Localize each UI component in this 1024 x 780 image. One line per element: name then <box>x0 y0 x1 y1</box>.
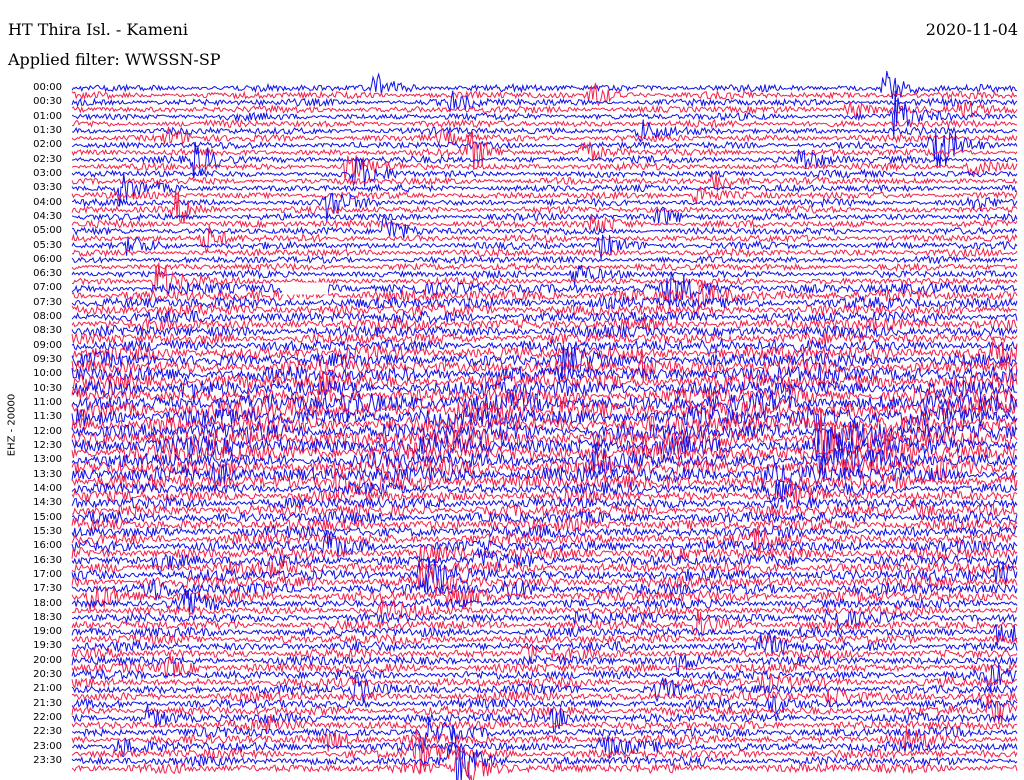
trace-line <box>71 654 1018 679</box>
trace-line <box>71 583 1018 611</box>
trace-line <box>71 324 1018 340</box>
trace-line <box>71 481 1018 507</box>
trace-line <box>71 262 1018 273</box>
trace-line <box>71 155 1018 180</box>
trace-line <box>71 673 1018 703</box>
trace-line <box>71 247 1018 259</box>
trace-line <box>71 524 1018 541</box>
trace-line <box>71 254 1018 265</box>
trace-line <box>72 118 1017 130</box>
helicorder-plot <box>71 70 1018 780</box>
data-gap <box>282 282 328 295</box>
